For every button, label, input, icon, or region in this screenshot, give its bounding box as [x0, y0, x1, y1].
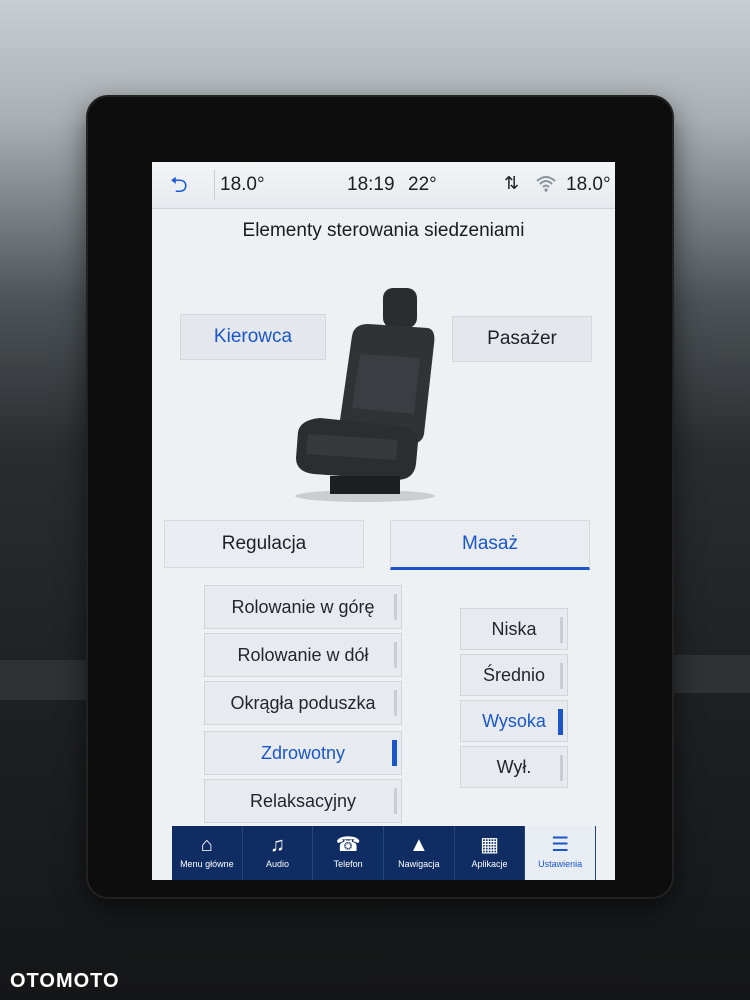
- status-bar: ⮌ 18.0° 18:19 22° ⇅ 18.0°: [152, 162, 615, 209]
- program-rolowanie-w-gore[interactable]: Rolowanie w górę: [204, 585, 402, 629]
- settings-icon: ☰: [551, 834, 570, 856]
- selection-bar: [394, 690, 397, 716]
- nav-menu-glowne[interactable]: ⌂ Menu główne: [172, 826, 243, 880]
- nav-label: Aplikacje: [471, 859, 508, 869]
- program-label: Rolowanie w dół: [237, 645, 369, 665]
- infotainment-screen: ⮌ 18.0° 18:19 22° ⇅ 18.0° Elementy stero…: [152, 162, 615, 880]
- selection-bar: [394, 594, 397, 620]
- nav-aplikacje[interactable]: ▦ Aplikacje: [455, 826, 526, 880]
- intensity-wysoka[interactable]: Wysoka: [460, 700, 568, 742]
- intensity-label: Średnio: [482, 665, 546, 685]
- program-label: Rolowanie w górę: [231, 597, 375, 617]
- passenger-seat-button[interactable]: Pasażer: [452, 316, 592, 362]
- signal-arrows-icon: ⇅: [504, 173, 520, 193]
- nav-label: Menu główne: [180, 859, 234, 869]
- intensity-wyl[interactable]: Wył.: [460, 746, 568, 788]
- phone-icon: ☎: [335, 834, 361, 856]
- nav-label: Nawigacja: [398, 859, 440, 869]
- program-label: Relaksacyjny: [249, 791, 357, 811]
- tab-masaz[interactable]: Masaż: [390, 520, 590, 570]
- program-relaksacyjny[interactable]: Relaksacyjny: [204, 779, 402, 823]
- nav-telefon[interactable]: ☎ Telefon: [313, 826, 385, 880]
- navigation-icon: ▲: [408, 834, 429, 856]
- program-label: Okrągła poduszka: [230, 693, 376, 713]
- bottom-navigation: ⌂ Menu główne ♫ Audio ☎ Telefon ▲ Nawiga…: [172, 826, 597, 880]
- intensity-label: Wysoka: [482, 711, 546, 731]
- back-arrow-icon[interactable]: ⮌: [170, 174, 196, 196]
- nav-label: Audio: [265, 859, 290, 869]
- program-label: Zdrowotny: [260, 743, 346, 763]
- page-title: Elementy sterowania siedzeniami: [242, 220, 525, 241]
- home-icon: ⌂: [200, 834, 213, 856]
- seat-image: [295, 288, 435, 502]
- selection-bar: [560, 755, 563, 781]
- clock: 18:19: [347, 174, 395, 195]
- tab-regulacja[interactable]: Regulacja: [164, 520, 364, 568]
- music-note-icon: ♫: [270, 834, 285, 856]
- nav-label: Telefon: [333, 859, 363, 869]
- program-okragla-poduszka[interactable]: Okrągła poduszka: [204, 681, 402, 725]
- status-divider: [214, 170, 215, 200]
- outside-temperature: 22°: [408, 174, 437, 195]
- intensity-label: Niska: [491, 619, 537, 639]
- passenger-temperature[interactable]: 18.0°: [566, 174, 611, 196]
- settings-tabs: Regulacja Masaż: [164, 520, 604, 570]
- intensity-niska[interactable]: Niska: [460, 608, 568, 650]
- nav-nawigacja[interactable]: ▲ Nawigacja: [384, 826, 455, 880]
- program-zdrowotny[interactable]: Zdrowotny: [204, 731, 402, 775]
- intensity-label: Wył.: [496, 757, 532, 777]
- driver-temperature[interactable]: 18.0°: [220, 174, 265, 196]
- selection-bar: [392, 740, 397, 766]
- watermark-logo: OTOMOTO: [10, 970, 120, 992]
- selection-bar: [558, 709, 563, 735]
- selection-bar: [560, 617, 563, 643]
- program-rolowanie-w-dol[interactable]: Rolowanie w dół: [204, 633, 402, 677]
- selection-bar: [394, 788, 397, 814]
- selection-bar: [394, 642, 397, 668]
- apps-grid-icon: ▦: [480, 834, 499, 856]
- nav-audio[interactable]: ♫ Audio: [243, 826, 314, 880]
- wifi-icon: [535, 174, 557, 197]
- nav-ustawienia[interactable]: ☰ Ustawienia: [525, 826, 597, 880]
- nav-label: Ustawienia: [538, 859, 583, 869]
- selection-bar: [560, 663, 563, 689]
- intensity-srednio[interactable]: Średnio: [460, 654, 568, 696]
